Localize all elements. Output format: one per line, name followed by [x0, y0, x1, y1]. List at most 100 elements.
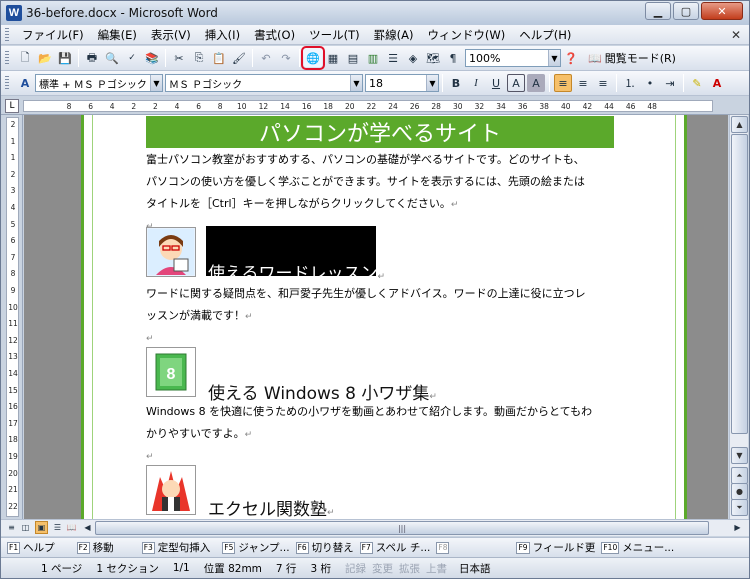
horizontal-scrollbar[interactable]: ≡ ◫ ▣ ☰ 📖 ◀ ||| ▶: [1, 519, 749, 536]
status-ext[interactable]: 拡張: [399, 561, 420, 576]
print-layout-icon[interactable]: ▣: [35, 521, 48, 534]
vruler-track[interactable]: 2 1 1 2 3 4 5 6 7 8 9 10 11 12 13 14 15 16 17 18 19 20 21 22: [6, 117, 19, 517]
menu-edit[interactable]: 編集(E): [91, 27, 144, 43]
print-preview-icon[interactable]: 🔍: [103, 49, 121, 67]
paste-icon[interactable]: 📋: [210, 49, 228, 67]
char-border-button[interactable]: A: [507, 74, 525, 92]
numbering-icon[interactable]: ⒈: [621, 74, 639, 92]
web-layout-icon[interactable]: ◫: [19, 521, 32, 534]
status-trk[interactable]: 変更: [372, 561, 393, 576]
menu-format[interactable]: 書式(O): [247, 27, 302, 43]
teacher-avatar-image[interactable]: [146, 227, 196, 277]
windows-book-image[interactable]: 8: [146, 347, 196, 397]
chevron-down-icon[interactable]: ▼: [350, 75, 362, 91]
show-hide-icon[interactable]: ¶: [444, 49, 462, 67]
menu-file[interactable]: ファイル(F): [15, 27, 91, 43]
menu-table[interactable]: 罫線(A): [367, 27, 421, 43]
zoom-combo[interactable]: 100% ▼: [465, 49, 561, 67]
copy-icon[interactable]: ⎘: [190, 49, 208, 67]
underline-button[interactable]: U: [487, 74, 505, 92]
styles-pane-icon[interactable]: A: [16, 74, 34, 92]
font-size-combo[interactable]: 18 ▼: [365, 74, 439, 92]
align-center-icon[interactable]: ≡: [574, 74, 592, 92]
menu-tools[interactable]: ツール(T): [302, 27, 367, 43]
document-area[interactable]: パソコンが学べるサイト 富士パソコン教室がおすすめする、パソコンの基礎が学べるサ…: [24, 115, 728, 519]
new-doc-icon[interactable]: 🗋: [16, 49, 34, 67]
scroll-down-icon[interactable]: ▼: [731, 447, 748, 464]
chevron-down-icon[interactable]: ▼: [426, 75, 438, 91]
format-painter-icon[interactable]: 🖌: [230, 49, 248, 67]
vertical-scrollbar[interactable]: ▲ ▼ ⏶ ● ⏷: [729, 115, 748, 519]
help-icon[interactable]: ❓: [562, 49, 580, 67]
reading-layout-icon[interactable]: 📖: [65, 521, 78, 534]
scroll-up-icon[interactable]: ▲: [731, 116, 748, 133]
tab-selector[interactable]: L: [5, 99, 19, 113]
columns-icon[interactable]: ☰: [384, 49, 402, 67]
document-page[interactable]: パソコンが学べるサイト 富士パソコン教室がおすすめする、パソコンの基礎が学べるサ…: [81, 115, 687, 519]
excel-sensei-image[interactable]: [146, 465, 196, 515]
menu-view[interactable]: 表示(V): [144, 27, 198, 43]
ruler-track[interactable]: 8 6 4 2 2 4 6 8 10 12 14 16 18 20 22 24 26 28 30 32 34 36 38 40…: [23, 100, 713, 112]
hscroll-thumb[interactable]: |||: [95, 521, 709, 535]
fkey-f6[interactable]: F6 切り替え: [295, 540, 354, 555]
minimize-button[interactable]: ▁: [645, 2, 671, 20]
print-icon[interactable]: 🖶: [83, 49, 101, 67]
highlight-icon[interactable]: ✎: [688, 74, 706, 92]
scroll-left-icon[interactable]: ◀: [81, 521, 94, 534]
close-button[interactable]: ✕: [701, 2, 743, 20]
reading-mode-button[interactable]: 📖 閲覧モード(R): [581, 49, 683, 67]
font-color-button[interactable]: A: [708, 74, 726, 92]
section-heading-word[interactable]: 使えるワードレッスン↵: [208, 259, 385, 284]
fkey-f10[interactable]: F10 メニュー...: [601, 540, 674, 555]
section-heading-excel[interactable]: エクセル関数塾↵: [208, 495, 335, 519]
prev-page-icon[interactable]: ⏶: [731, 467, 748, 484]
style-combo[interactable]: 標準 + ＭＳ Ｐゴシック ▼: [35, 74, 163, 92]
fkey-f5[interactable]: F5 ジャンプ...: [222, 540, 290, 555]
fkey-f3[interactable]: F3 定型句挿入: [141, 540, 210, 555]
word-app-icon[interactable]: W: [6, 5, 22, 21]
open-folder-icon[interactable]: 📂: [36, 49, 54, 67]
fkey-f2[interactable]: F2 移動: [76, 540, 114, 555]
browse-object-icon[interactable]: ●: [731, 483, 748, 500]
toolbar-grip-icon[interactable]: [5, 51, 9, 65]
char-shade-button[interactable]: A: [527, 74, 545, 92]
align-left-icon[interactable]: ≡: [554, 74, 572, 92]
insert-table-icon[interactable]: ▤: [344, 49, 362, 67]
spelling-icon[interactable]: ✓: [123, 49, 141, 67]
outline-view-icon[interactable]: ☰: [51, 521, 64, 534]
menu-insert[interactable]: 挿入(I): [198, 27, 247, 43]
menu-help[interactable]: ヘルプ(H): [512, 27, 578, 43]
undo-icon[interactable]: ↶: [257, 49, 275, 67]
chevron-down-icon[interactable]: ▼: [548, 50, 560, 66]
drawing-icon[interactable]: ◈: [404, 49, 422, 67]
toolbar-grip-icon[interactable]: [5, 76, 9, 90]
save-icon[interactable]: 💾: [56, 49, 74, 67]
indent-icon[interactable]: ⇥: [661, 74, 679, 92]
bullets-icon[interactable]: •: [641, 74, 659, 92]
italic-button[interactable]: I: [467, 74, 485, 92]
maximize-button[interactable]: ▢: [673, 2, 699, 20]
tables-borders-icon[interactable]: ▦: [324, 49, 342, 67]
fkey-f8[interactable]: F8: [436, 541, 452, 554]
cut-icon[interactable]: ✂: [170, 49, 188, 67]
insert-excel-icon[interactable]: ▥: [364, 49, 382, 67]
fkey-f1[interactable]: F1 ヘルプ: [7, 540, 55, 555]
menubar-grip-icon[interactable]: [5, 27, 9, 42]
font-combo[interactable]: ＭＳ Ｐゴシック ▼: [165, 74, 363, 92]
redo-icon[interactable]: ↷: [277, 49, 295, 67]
research-icon[interactable]: 📚: [143, 49, 161, 67]
bold-button[interactable]: B: [447, 74, 465, 92]
chevron-down-icon[interactable]: ▼: [150, 75, 162, 91]
scroll-right-icon[interactable]: ▶: [731, 521, 744, 534]
status-ovr[interactable]: 上書: [426, 561, 447, 576]
next-page-icon[interactable]: ⏷: [731, 499, 748, 516]
menu-window[interactable]: ウィンドウ(W): [420, 27, 512, 43]
doc-close-icon[interactable]: ✕: [731, 28, 741, 42]
align-right-icon[interactable]: ≡: [594, 74, 612, 92]
normal-view-icon[interactable]: ≡: [5, 521, 18, 534]
status-rec[interactable]: 記録: [345, 561, 366, 576]
doc-map-icon[interactable]: 🗺: [424, 49, 442, 67]
fkey-f9[interactable]: F9 フィールド更: [516, 540, 595, 555]
fkey-f7[interactable]: F7 スペル チ...: [359, 540, 430, 555]
hyperlink-icon[interactable]: 🌐: [301, 46, 325, 70]
